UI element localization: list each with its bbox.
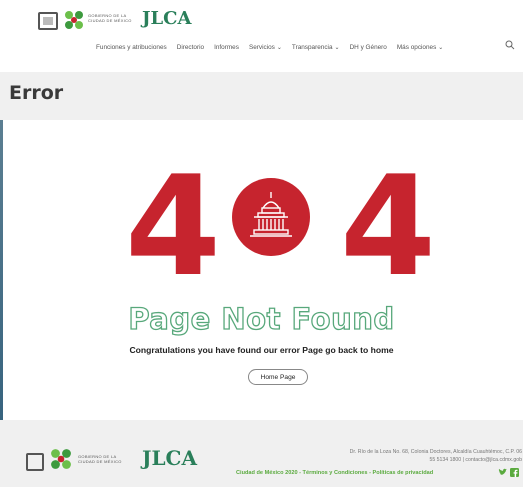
- nav-item-informes[interactable]: Informes: [214, 44, 239, 51]
- jlca-logo-text: JLCA: [142, 8, 192, 29]
- nav-item-directorio[interactable]: Directorio: [177, 44, 204, 51]
- cdmx-logo-icon[interactable]: [64, 10, 84, 30]
- privacy-link[interactable]: Políticas de privacidad: [373, 470, 434, 476]
- nav-item-funciones[interactable]: Funciones y atribuciones: [96, 44, 167, 51]
- gov-logo-text: GOBIERNO DE LA CIUDAD DE MÉXICO: [78, 454, 122, 464]
- nav-item-dh-genero[interactable]: DH y Género: [350, 44, 387, 51]
- nav-item-servicios[interactable]: Servicios ⌄: [249, 44, 282, 51]
- contact-line[interactable]: 55 5134 1800 | contacto@jlca.cdmx.gob: [260, 456, 522, 464]
- address-line: Dr. Río de la Loza No. 68, Colonia Docto…: [349, 449, 522, 455]
- coat-of-arms-icon: [38, 12, 58, 30]
- page-title-bar: Error: [0, 72, 523, 120]
- footer-links: Ciudad de México 2020 - Términos y Condi…: [236, 470, 433, 476]
- nav-item-transparencia[interactable]: Transparencia ⌄: [292, 44, 340, 51]
- main-nav: Funciones y atribuciones Directorio Info…: [96, 44, 443, 51]
- error-code-digit-right: 4: [340, 146, 437, 307]
- chevron-down-icon: ⌄: [438, 45, 444, 51]
- gov-logo-text: GOBIERNO DE LA CIUDAD DE MÉXICO: [88, 13, 132, 23]
- coat-of-arms-icon: [26, 453, 44, 471]
- page-title: Error: [9, 82, 64, 104]
- page-not-found-heading: Page Not Found: [128, 301, 395, 336]
- chevron-down-icon: ⌄: [276, 45, 282, 51]
- footer-address: Dr. Río de la Loza No. 68, Colonia Docto…: [260, 448, 522, 464]
- capitol-building-icon: [232, 178, 310, 256]
- nav-item-mas-opciones[interactable]: Más opciones ⌄: [397, 44, 443, 51]
- search-icon[interactable]: [505, 40, 515, 50]
- jlca-logo-text: JLCA: [142, 446, 197, 470]
- error-message: Congratulations you have found our error…: [129, 345, 394, 355]
- cdmx-logo-icon[interactable]: [50, 448, 72, 470]
- facebook-icon[interactable]: [510, 468, 519, 477]
- separator: -: [369, 470, 371, 476]
- error-code-digit-left: 4: [125, 146, 222, 307]
- home-page-button[interactable]: Home Page: [248, 369, 308, 385]
- terms-link[interactable]: Términos y Condiciones: [303, 470, 368, 476]
- jlca-logo[interactable]: JLCA: [142, 446, 197, 470]
- chevron-down-icon: ⌄: [334, 45, 340, 51]
- jlca-logo[interactable]: JLCA: [142, 8, 191, 29]
- copyright-text: Ciudad de México 2020 -: [236, 470, 301, 476]
- twitter-icon[interactable]: [498, 468, 507, 477]
- site-header: GOBIERNO DE LA CIUDAD DE MÉXICO JLCA Fun…: [0, 0, 523, 72]
